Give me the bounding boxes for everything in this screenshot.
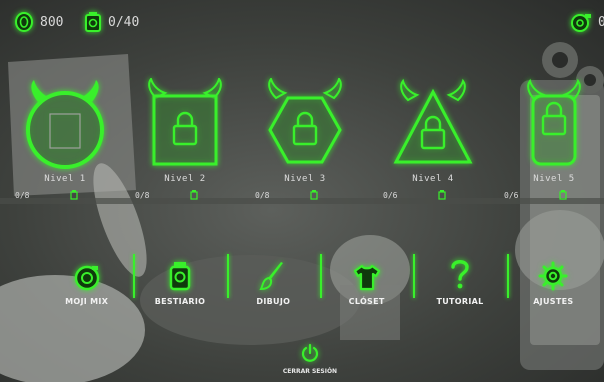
level-3-progress-text: 0/8 <box>255 190 270 200</box>
tutorial-label: TUTORIAL <box>436 297 484 306</box>
camera-icon <box>571 14 591 32</box>
coin-icon <box>15 12 33 32</box>
level-2-name: Nivel 2 <box>164 174 206 184</box>
question-icon <box>451 260 469 289</box>
ajustes-button[interactable]: AJUSTES <box>506 248 600 306</box>
level-5[interactable]: Nivel 5 0/6 <box>504 78 604 200</box>
gear-icon <box>538 261 568 291</box>
level-3-name: Nivel 3 <box>284 174 326 184</box>
level-1-name: Nivel 1 <box>44 174 86 184</box>
monster-jar-icon <box>310 190 318 200</box>
level-5-progress-text: 0/6 <box>504 190 519 200</box>
monster-counter: 0/40 <box>84 10 139 34</box>
monster-jar-icon <box>85 12 101 32</box>
ajustes-label: AJUSTES <box>533 297 574 306</box>
level-2-square-frame <box>148 78 222 166</box>
bestiario-label: BESTIARIO <box>154 297 206 306</box>
bestiary-icon <box>169 262 191 291</box>
level-4[interactable]: Nivel 4 0/6 <box>383 78 483 200</box>
dibujo-button[interactable]: DIBUJO <box>226 248 320 306</box>
monster-jar-icon <box>559 190 567 200</box>
level-2-progress-text: 0/8 <box>135 190 150 200</box>
camera-counter[interactable]: 0 <box>570 10 604 34</box>
level-4-triangle-frame <box>393 78 473 164</box>
monster-count: 0/40 <box>108 14 140 30</box>
bestiario-button[interactable]: BESTIARIO <box>133 248 226 306</box>
moji-mix-button[interactable]: MOJI MIX <box>40 248 133 306</box>
level-3-hexagon-frame <box>268 78 342 164</box>
camera-count: 0 <box>598 14 604 30</box>
closet-label: CLÓSET <box>348 297 385 306</box>
logout-button[interactable]: CERRAR SESIÓN <box>280 343 340 375</box>
monster-jar-icon <box>70 190 78 200</box>
level-1-circle-frame <box>26 80 104 169</box>
level-1[interactable]: Nivel 1 0/8 <box>15 78 115 200</box>
tutorial-button[interactable]: TUTORIAL <box>413 248 506 306</box>
level-5-progress: 0/6 <box>504 190 604 200</box>
level-5-phone-frame <box>527 78 581 166</box>
level-2-progress: 0/8 <box>135 190 235 200</box>
coin-count: 800 <box>40 14 64 30</box>
level-4-progress-text: 0/6 <box>383 190 398 200</box>
game-screen: 800 0/40 0 Nivel 1 0/8 Nivel 2 0/8 Nivel… <box>0 0 604 382</box>
monster-jar-icon <box>438 190 446 200</box>
shirt-icon <box>353 264 380 291</box>
level-3-progress: 0/8 <box>255 190 355 200</box>
closet-button[interactable]: CLÓSET <box>319 248 413 306</box>
main-menu: MOJI MIX BESTIARIO DIBUJO CLÓSET TUTORIA… <box>40 248 600 308</box>
level-3[interactable]: Nivel 3 0/8 <box>255 78 355 200</box>
dibujo-label: DIBUJO <box>256 297 291 306</box>
logout-label: CERRAR SESIÓN <box>282 368 338 375</box>
moji-mix-icon <box>74 265 99 291</box>
level-5-name: Nivel 5 <box>533 174 575 184</box>
level-4-name: Nivel 4 <box>412 174 454 184</box>
level-2[interactable]: Nivel 2 0/8 <box>135 78 235 200</box>
level-1-progress-text: 0/8 <box>15 190 30 200</box>
moji-mix-label: MOJI MIX <box>65 297 109 306</box>
level-1-progress: 0/8 <box>15 190 115 200</box>
level-4-progress: 0/6 <box>383 190 483 200</box>
paintbrush-icon <box>259 262 284 291</box>
power-icon <box>301 343 319 362</box>
monster-jar-icon <box>190 190 198 200</box>
coin-counter: 800 <box>14 10 63 34</box>
